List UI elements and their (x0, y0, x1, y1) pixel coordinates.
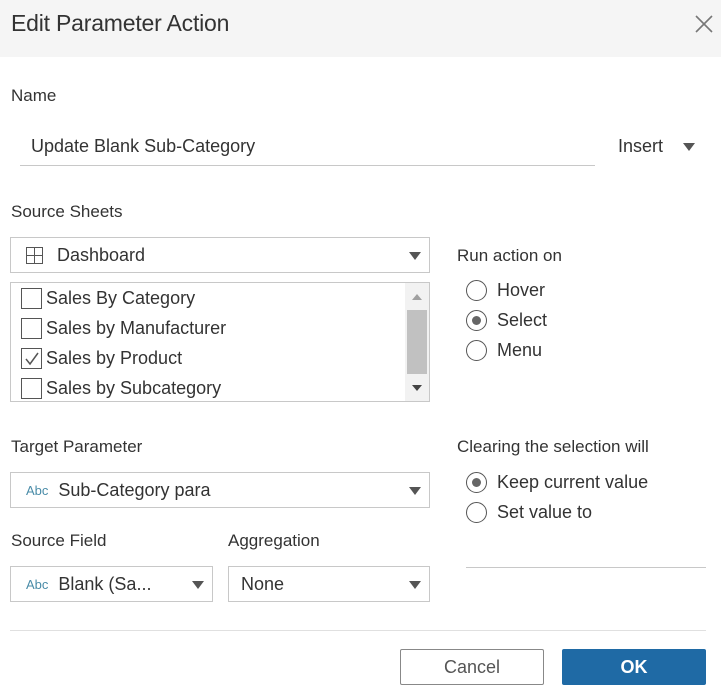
sheet-item-label: Sales By Category (46, 288, 196, 308)
source-sheets-dropdown[interactable]: Dashboard (10, 237, 430, 273)
radio-label: Menu (497, 340, 543, 360)
radio-set-value-to[interactable]: Set value to (466, 502, 592, 523)
sheet-item-label: Sales by Manufacturer (46, 318, 227, 338)
aggregation-dropdown[interactable]: None (228, 566, 430, 602)
source-field-dropdown[interactable]: Abc Blank (Sa... (10, 566, 213, 602)
checkbox[interactable] (21, 288, 42, 309)
name-label: Name (11, 86, 57, 105)
target-parameter-value: Sub-Category para (58, 479, 211, 500)
checkbox[interactable] (21, 318, 42, 339)
radio-button-selected[interactable] (466, 472, 487, 493)
radio-button[interactable] (466, 280, 487, 301)
target-parameter-dropdown[interactable]: Abc Sub-Category para (10, 472, 430, 508)
scroll-up-arrow-icon[interactable] (412, 294, 422, 300)
footer-divider (10, 630, 706, 631)
run-action-on-label: Run action on (457, 246, 562, 265)
chevron-down-icon (409, 252, 421, 260)
string-type-icon: Abc (26, 482, 49, 498)
ok-button[interactable]: OK (562, 649, 706, 685)
radio-select[interactable]: Select (466, 310, 547, 331)
radio-button[interactable] (466, 502, 487, 523)
sheet-item-label: Sales by Product (46, 348, 183, 368)
radio-label: Select (497, 310, 548, 330)
aggregation-label: Aggregation (228, 531, 320, 550)
clearing-selection-label: Clearing the selection will (457, 437, 649, 456)
radio-hover[interactable]: Hover (466, 280, 545, 301)
sheet-item-sales-by-product[interactable]: Sales by Product (21, 348, 182, 369)
radio-label: Keep current value (497, 472, 649, 492)
cancel-button[interactable]: Cancel (400, 649, 544, 685)
chevron-down-icon (409, 487, 421, 495)
chevron-down-icon (683, 142, 696, 151)
radio-label: Set value to (497, 502, 593, 522)
radio-button-selected[interactable] (466, 310, 487, 331)
dialog-title: Edit Parameter Action (11, 10, 230, 36)
set-value-input[interactable] (466, 567, 706, 568)
sheet-item-sales-by-manufacturer[interactable]: Sales by Manufacturer (21, 318, 226, 339)
sheet-item-sales-by-category[interactable]: Sales By Category (21, 288, 195, 309)
chevron-down-icon (192, 581, 204, 589)
close-button[interactable] (693, 13, 715, 35)
sheet-item-sales-by-subcategory[interactable]: Sales by Subcategory (21, 378, 221, 399)
checkmark-icon (25, 352, 39, 366)
list-scrollbar[interactable] (405, 283, 429, 401)
radio-button[interactable] (466, 340, 487, 361)
dashboard-grid-icon (26, 246, 43, 264)
sheet-item-label: Sales by Subcategory (46, 378, 222, 398)
radio-keep-current-value[interactable]: Keep current value (466, 472, 648, 493)
scroll-down-arrow-icon[interactable] (412, 385, 422, 391)
source-sheets-label: Source Sheets (11, 202, 123, 221)
checkbox[interactable] (21, 378, 42, 399)
radio-menu[interactable]: Menu (466, 340, 542, 361)
name-input[interactable] (20, 128, 595, 166)
aggregation-value: None (241, 573, 285, 594)
dialog-titlebar: Edit Parameter Action (0, 0, 721, 57)
source-sheets-list: Sales By Category Sales by Manufacturer … (10, 282, 430, 402)
scroll-thumb[interactable] (407, 310, 427, 374)
string-type-icon: Abc (26, 576, 49, 592)
source-sheets-value: Dashboard (57, 244, 146, 265)
radio-label: Hover (497, 280, 546, 300)
checkbox-checked[interactable] (21, 348, 42, 369)
source-field-label: Source Field (11, 531, 107, 550)
close-icon (695, 15, 713, 33)
insert-dropdown[interactable]: Insert (618, 136, 696, 157)
source-field-value: Blank (Sa... (58, 573, 152, 594)
insert-label: Insert (618, 136, 664, 156)
chevron-down-icon (409, 581, 421, 589)
target-parameter-label: Target Parameter (11, 437, 143, 456)
